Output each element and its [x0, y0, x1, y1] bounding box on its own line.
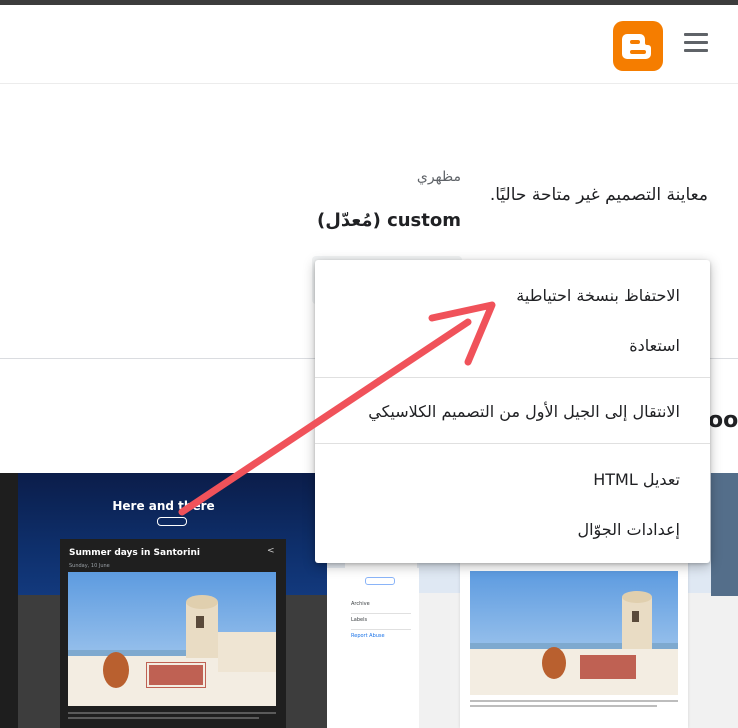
menu-divider	[315, 377, 710, 378]
hamburger-menu-icon[interactable]	[684, 33, 708, 53]
theme-preview-dark[interactable]: Here and there Summer days in Santorini …	[0, 473, 327, 728]
theme-options-menu: الاحتفاظ بنسخة احتياطية استعادة الانتقال…	[315, 260, 710, 563]
preview-post-title: Summer days in Santorini	[69, 548, 201, 558]
preview-sidebar-report: Report Abuse	[351, 633, 385, 639]
preview-post-card: Summer days in Santorini Sunday, 10 June…	[60, 539, 286, 728]
preview-blog-title: Here and there	[112, 499, 215, 513]
menu-item-edit-html[interactable]: تعديل HTML	[593, 470, 680, 489]
menu-item-backup[interactable]: الاحتفاظ بنسخة احتياطية	[516, 286, 680, 305]
blogger-logo-icon[interactable]	[613, 21, 663, 71]
preview-post-text	[68, 712, 276, 722]
cut-off-heading: oo	[708, 408, 738, 433]
preview-sidebar: Archive Labels Report Abuse	[345, 561, 417, 728]
preview-unavailable-text: معاينة التصميم غير متاحة حاليًا.	[489, 185, 708, 205]
menu-item-restore[interactable]: استعادة	[629, 336, 680, 355]
santorini-photo	[68, 572, 276, 706]
santorini-photo-light	[470, 571, 678, 695]
menu-divider	[315, 443, 710, 444]
preview-subscribe-pill	[157, 517, 187, 526]
share-icon: <	[267, 546, 275, 556]
preview-post-meta: Sunday, 10 June	[69, 563, 110, 569]
preview-sidebar-labels: Labels	[351, 617, 368, 623]
my-theme-label: مظهري	[416, 169, 461, 185]
preview-post-text-light	[470, 700, 678, 710]
preview-sidebar-archive: Archive	[351, 601, 370, 607]
theme-name: custom (مُعدّل)	[317, 210, 461, 231]
preview-post-card-light	[460, 561, 688, 728]
menu-item-classic-theme[interactable]: الانتقال إلى الجيل الأول من التصميم الكل…	[368, 402, 680, 421]
menu-item-mobile-settings[interactable]: إعدادات الجوّال	[577, 520, 680, 539]
